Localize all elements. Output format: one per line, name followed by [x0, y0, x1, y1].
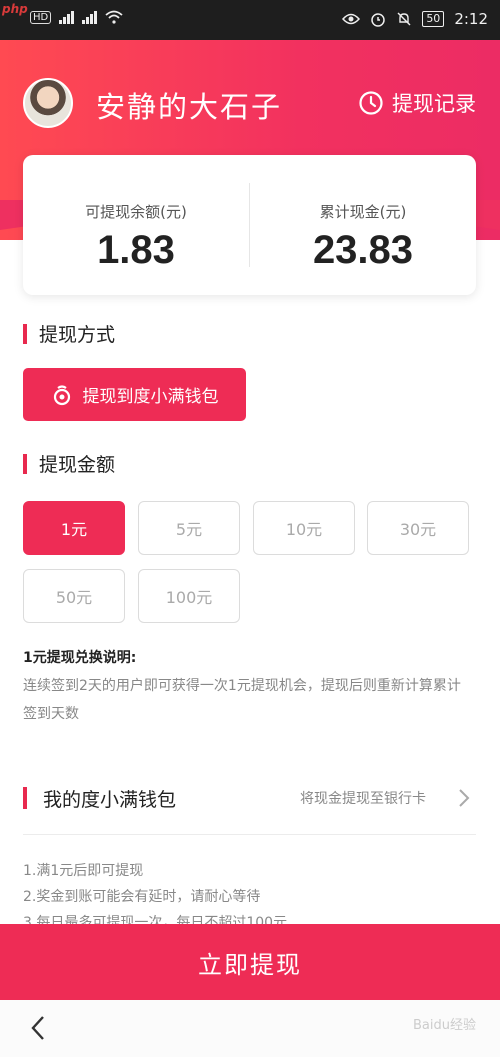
alarm-icon [371, 13, 386, 27]
status-bar: php HD 50 2:12 [0, 0, 500, 40]
method-title-text: 提现方式 [39, 324, 116, 346]
total-cash-value: 23.83 [312, 228, 414, 272]
section-marker [23, 787, 27, 809]
withdrawable-value: 1.83 [97, 228, 175, 272]
withdrawable-balance: 可提现余额(元) 1.83 [23, 155, 249, 295]
amount-option-10[interactable]: 10元 [253, 501, 355, 555]
amount-option-30[interactable]: 30元 [367, 501, 469, 555]
note-item: 2.奖金到账可能会有延时，请耐心等待 [23, 889, 261, 905]
chevron-right-icon [459, 789, 470, 807]
explanation-body: 连续签到2天的用户即可获得一次1元提现机会，提现后则重新计算累计签到天数 [23, 678, 461, 722]
withdraw-records-label: 提现记录 [392, 92, 476, 116]
total-cash: 累计现金(元) 23.83 [250, 155, 476, 295]
total-cash-label: 累计现金(元) [319, 203, 407, 221]
section-marker [23, 323, 27, 344]
balance-card: 可提现余额(元) 1.83 累计现金(元) 23.83 [23, 155, 476, 295]
explanation-title: 1元提现兑换说明: [23, 650, 137, 666]
withdrawable-label: 可提现余额(元) [85, 203, 187, 221]
section-marker [23, 453, 27, 474]
back-arrow-icon[interactable] [28, 1014, 48, 1042]
amount-option-100[interactable]: 100元 [138, 569, 240, 623]
wifi-icon [105, 10, 123, 24]
amount-section-title: 提现金额 [23, 450, 115, 477]
signal-icon [59, 10, 75, 24]
withdraw-to-wallet-button[interactable]: 提现到度小满钱包 [23, 368, 246, 421]
battery-indicator: 50 [422, 11, 445, 27]
clock-time: 2:12 [454, 10, 488, 28]
method-section-title: 提现方式 [23, 320, 115, 347]
my-wallet-row[interactable]: 我的度小满钱包 将现金提现至银行卡 [23, 778, 476, 818]
withdraw-now-button[interactable]: 立即提现 [0, 924, 500, 1000]
amount-option-50[interactable]: 50元 [23, 569, 125, 623]
eye-icon [342, 13, 361, 25]
watermark: Baidu经验 [413, 1018, 476, 1033]
mute-bell-icon [397, 12, 411, 26]
note-item: 1.满1元后即可提现 [23, 863, 144, 879]
amount-option-1[interactable]: 1元 [23, 501, 125, 555]
my-wallet-title: 我的度小满钱包 [43, 788, 177, 811]
avatar[interactable] [23, 78, 73, 128]
bottom-nav-bar: Baidu经验 [0, 1000, 500, 1057]
my-wallet-hint: 将现金提现至银行卡 [300, 791, 426, 807]
amount-title-text: 提现金额 [39, 454, 116, 476]
divider [23, 834, 476, 835]
duxiaoman-logo-icon [53, 384, 70, 405]
wallet-button-label: 提现到度小满钱包 [82, 387, 219, 407]
signal-icon-2 [82, 10, 98, 24]
username: 安静的大石子 [96, 90, 283, 124]
clock-icon [359, 91, 383, 115]
withdraw-records-link[interactable]: 提现记录 [358, 88, 476, 118]
hd-badge: HD [30, 10, 52, 24]
amount-option-5[interactable]: 5元 [138, 501, 240, 555]
